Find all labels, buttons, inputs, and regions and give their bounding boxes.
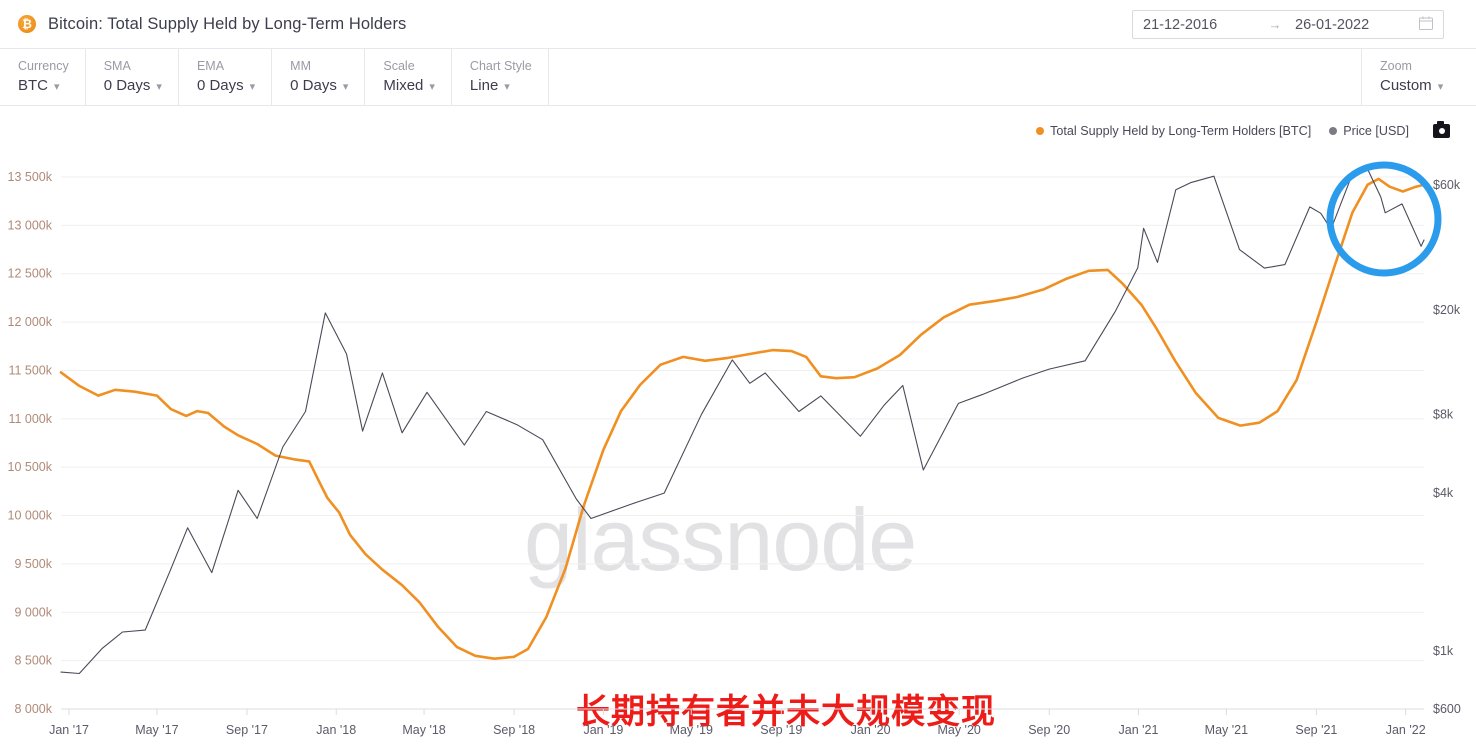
toolbar-chart-style-text: Line — [469, 76, 499, 94]
y-axis-left-tick: 13 000k — [8, 218, 53, 232]
page-title: Bitcoin: Total Supply Held by Long-Term … — [48, 14, 407, 33]
x-axis-tick: Jan '19 — [583, 723, 623, 737]
toolbar-mm-label: MM — [290, 58, 311, 73]
page-header: ₿ Bitcoin: Total Supply Held by Long-Ter… — [0, 0, 1476, 49]
toolbar-sma-value[interactable]: 0 Days ▾ — [104, 76, 162, 96]
toolbar-ema-label: EMA — [196, 58, 225, 73]
x-axis-tick: Jan '21 — [1119, 723, 1159, 737]
x-axis-tick: May '17 — [135, 723, 178, 737]
y-axis-left-tick: 8 000k — [14, 702, 52, 716]
date-to-input[interactable]: 26-01-2022 — [1295, 17, 1407, 33]
x-axis-tick: Sep '17 — [226, 723, 268, 737]
toolbar-chart-style-value[interactable]: Line ▾ — [470, 76, 532, 96]
toolbar-mm-text: 0 Days — [290, 76, 337, 94]
toolbar-zoom[interactable]: Zoom Custom ▾ — [1362, 49, 1476, 105]
date-range-picker[interactable]: 21-12-2016 → 26-01-2022 — [1132, 10, 1444, 39]
x-axis-tick: May '20 — [937, 723, 980, 737]
y-axis-right-tick: $4k — [1433, 486, 1454, 500]
toolbar-ema-value[interactable]: 0 Days ▾ — [197, 76, 255, 96]
toolbar-zoom-label: Zoom — [1380, 58, 1412, 73]
series-line-price — [60, 168, 1425, 675]
y-axis-left-tick: 11 500k — [8, 363, 52, 377]
toolbar-currency-text: BTC — [18, 76, 48, 94]
toolbar-mm-value[interactable]: 0 Days ▾ — [290, 76, 348, 96]
bitcoin-icon: ₿ — [18, 15, 36, 33]
x-axis-tick: Sep '21 — [1295, 723, 1337, 737]
chevron-down-icon[interactable]: ▾ — [504, 80, 510, 95]
y-axis-right-tick: $60k — [1433, 178, 1461, 192]
toolbar-scale[interactable]: Scale Mixed ▾ — [365, 49, 452, 105]
x-axis-tick: May '18 — [402, 723, 445, 737]
x-axis-tick: May '21 — [1205, 723, 1248, 737]
chevron-down-icon[interactable]: ▾ — [156, 80, 162, 95]
toolbar-scale-value[interactable]: Mixed ▾ — [383, 76, 435, 96]
date-from-input[interactable]: 21-12-2016 — [1143, 17, 1255, 33]
toolbar-scale-label: Scale — [383, 58, 415, 73]
toolbar-sma-text: 0 Days — [103, 76, 151, 94]
x-axis-tick: Sep '18 — [493, 723, 535, 737]
y-axis-right-tick: $600 — [1433, 702, 1461, 716]
x-axis-tick: Sep '20 — [1028, 723, 1070, 737]
chevron-down-icon[interactable]: ▾ — [250, 80, 256, 95]
x-axis-tick: Jan '18 — [316, 723, 356, 737]
toolbar-spacer — [549, 49, 1362, 105]
toolbar-currency-value[interactable]: BTC ▾ — [18, 76, 69, 96]
chevron-down-icon[interactable]: ▾ — [343, 80, 349, 95]
toolbar-currency-label: Currency — [18, 58, 69, 73]
toolbar-ema-text: 0 Days — [196, 76, 244, 94]
chart-canvas: Total Supply Held by Long-Term Holders [… — [0, 106, 1476, 756]
x-axis-tick: Jan '22 — [1386, 723, 1426, 737]
y-axis-left-tick: 11 000k — [8, 412, 52, 426]
x-axis-tick: Sep '19 — [760, 723, 802, 737]
toolbar-mm[interactable]: MM 0 Days ▾ — [272, 49, 366, 105]
y-axis-left-tick: 9 500k — [14, 557, 52, 571]
y-axis-left-tick: 12 500k — [8, 267, 53, 281]
x-axis-tick: May '19 — [670, 723, 713, 737]
toolbar-chart-style-label: Chart Style — [469, 58, 532, 73]
toolbar-sma-label: SMA — [103, 58, 131, 73]
chevron-down-icon[interactable]: ▾ — [429, 80, 435, 95]
toolbar-sma[interactable]: SMA 0 Days ▾ — [86, 49, 179, 105]
toolbar-zoom-text: Custom — [1380, 76, 1432, 94]
title-group: ₿ Bitcoin: Total Supply Held by Long-Ter… — [18, 15, 406, 34]
date-range-arrow-icon: → — [1268, 17, 1282, 32]
chart-plot: 13 500k 13 000k 12 500k 12 000k 11 500k 11 00… — [8, 161, 1461, 737]
y-axis-left-tick: 9 000k — [14, 605, 52, 619]
toolbar-zoom-value[interactable]: Custom ▾ — [1380, 76, 1454, 96]
y-axis-left-tick: 8 500k — [14, 654, 52, 668]
y-axis-left-tick: 10 500k — [8, 460, 53, 474]
y-axis-left-tick: 10 000k — [8, 509, 53, 523]
y-axis-left-tick: 12 000k — [8, 315, 53, 329]
toolbar-scale-text: Mixed — [383, 76, 424, 94]
toolbar-currency[interactable]: Currency BTC ▾ — [0, 49, 86, 105]
y-axis-left-tick: 13 500k — [8, 170, 53, 184]
y-axis-right-tick: $20k — [1433, 303, 1461, 317]
x-axis-tick: Jan '20 — [851, 723, 891, 737]
calendar-icon[interactable] — [1419, 16, 1433, 34]
chevron-down-icon[interactable]: ▾ — [1438, 80, 1444, 95]
toolbar-ema[interactable]: EMA 0 Days ▾ — [179, 49, 273, 105]
glassnode-chart-page: ₿ Bitcoin: Total Supply Held by Long-Ter… — [0, 0, 1476, 756]
toolbar-chart-style[interactable]: Chart Style Line ▾ — [452, 49, 549, 105]
x-axis-tick: Jan '17 — [49, 723, 89, 737]
y-axis-right-tick: $1k — [1433, 644, 1454, 658]
y-axis-right-tick: $8k — [1433, 407, 1454, 421]
chevron-down-icon[interactable]: ▾ — [54, 80, 60, 95]
chart-toolbar: Currency BTC ▾ SMA 0 Days ▾ EMA 0 Days ▾… — [0, 49, 1476, 106]
